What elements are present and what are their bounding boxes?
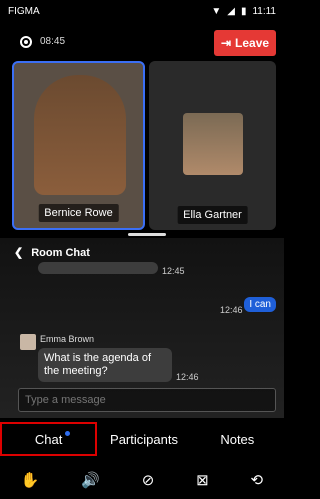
chat-header: ❮ Room Chat <box>14 246 90 260</box>
tab-participants[interactable]: Participants <box>97 422 190 456</box>
tab-participants-label: Participants <box>110 431 178 447</box>
status-icons: ▼ ◢ ▮ 11:11 <box>211 6 276 17</box>
message-input[interactable] <box>18 388 276 412</box>
hand-icon[interactable]: ✋ <box>21 471 40 489</box>
exit-icon: ⇥ <box>220 36 232 50</box>
record-icon <box>20 36 32 48</box>
chat-title: Room Chat <box>31 246 90 259</box>
incoming-message-bubble: What is the agenda of the meeting? <box>38 348 172 382</box>
tab-chat[interactable]: Chat <box>0 422 98 456</box>
own-message-bubble: I can <box>244 297 276 312</box>
sender-name: Emma Brown <box>40 334 95 344</box>
battery-icon: ▮ <box>240 6 247 17</box>
mic-off-icon[interactable]: ⊘ <box>142 471 155 489</box>
previous-message-time: 12:45 <box>162 266 185 276</box>
participant-name-2: Ella Gartner <box>177 206 248 224</box>
camera-off-icon[interactable]: ⊠ <box>196 471 209 489</box>
recording-timer: 08:45 <box>40 36 66 47</box>
participant-video-2 <box>183 113 243 175</box>
participant-tile-1[interactable]: Bernice Rowe <box>12 61 145 230</box>
sender-avatar <box>20 334 36 350</box>
tab-bar: Chat Participants Notes <box>0 422 284 456</box>
tab-notes-label: Notes <box>220 431 255 447</box>
clock: 11:11 <box>252 6 276 17</box>
unread-dot <box>65 431 71 436</box>
wifi-icon: ▼ <box>211 6 222 17</box>
participant-name-1: Bernice Rowe <box>38 204 119 222</box>
previous-message-bubble <box>38 262 158 274</box>
own-message-time: 12:46 <box>220 305 243 315</box>
tab-chat-label: Chat <box>34 431 63 447</box>
participant-tile-2[interactable]: Ella Gartner <box>149 61 276 230</box>
carrier-label: FIGMA <box>8 6 40 17</box>
tab-notes[interactable]: Notes <box>191 422 284 456</box>
speaker-icon[interactable]: 🔊 <box>81 471 100 489</box>
status-bar: FIGMA ▼ ◢ ▮ 11:11 <box>0 0 284 22</box>
signal-icon: ◢ <box>227 6 235 17</box>
back-icon[interactable]: ❮ <box>14 246 23 259</box>
incoming-message-time: 12:46 <box>176 372 199 382</box>
participant-video-1 <box>34 75 126 195</box>
leave-label: Leave <box>235 36 270 50</box>
chat-panel: ❮ Room Chat 12:45 12:46 I can Emma Brown… <box>0 238 284 418</box>
switch-camera-icon[interactable]: ⟲ <box>250 471 263 489</box>
leave-button[interactable]: ⇥ Leave <box>214 30 276 56</box>
call-header: 08:45 ⇥ Leave <box>0 28 284 60</box>
call-toolbar: ✋ 🔊 ⊘ ⊠ ⟲ <box>0 468 284 492</box>
drag-handle[interactable] <box>128 233 166 236</box>
